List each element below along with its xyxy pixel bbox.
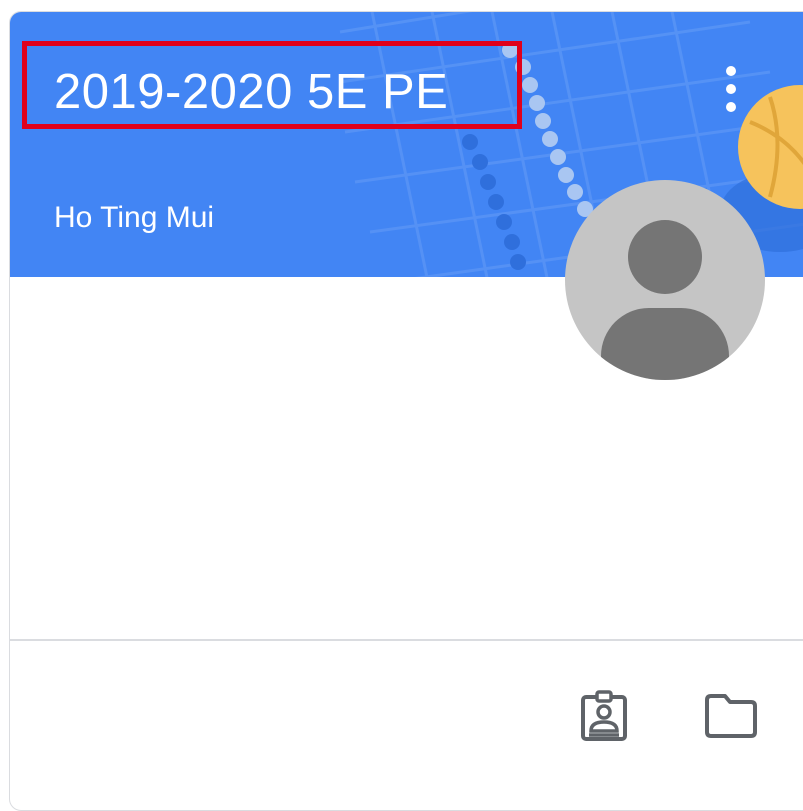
open-class-folder-button[interactable] [701, 686, 761, 746]
card-divider [10, 639, 803, 641]
class-title[interactable]: 2019-2020 5E PE [54, 64, 448, 120]
class-card[interactable]: 2019-2020 5E PE Ho Ting Mui [9, 11, 803, 811]
folder-icon [705, 694, 757, 738]
more-options-button[interactable] [716, 64, 746, 114]
account-circle-icon-body [601, 308, 729, 380]
more-vert-icon [726, 66, 736, 76]
open-your-work-button[interactable] [574, 686, 634, 746]
more-vert-icon-dot [726, 102, 736, 112]
assignment-ind-icon [581, 690, 627, 741]
account-circle-icon [628, 220, 702, 294]
teacher-name[interactable]: Ho Ting Mui [54, 200, 214, 236]
teacher-avatar [565, 180, 765, 380]
more-vert-icon-dot [726, 84, 736, 94]
